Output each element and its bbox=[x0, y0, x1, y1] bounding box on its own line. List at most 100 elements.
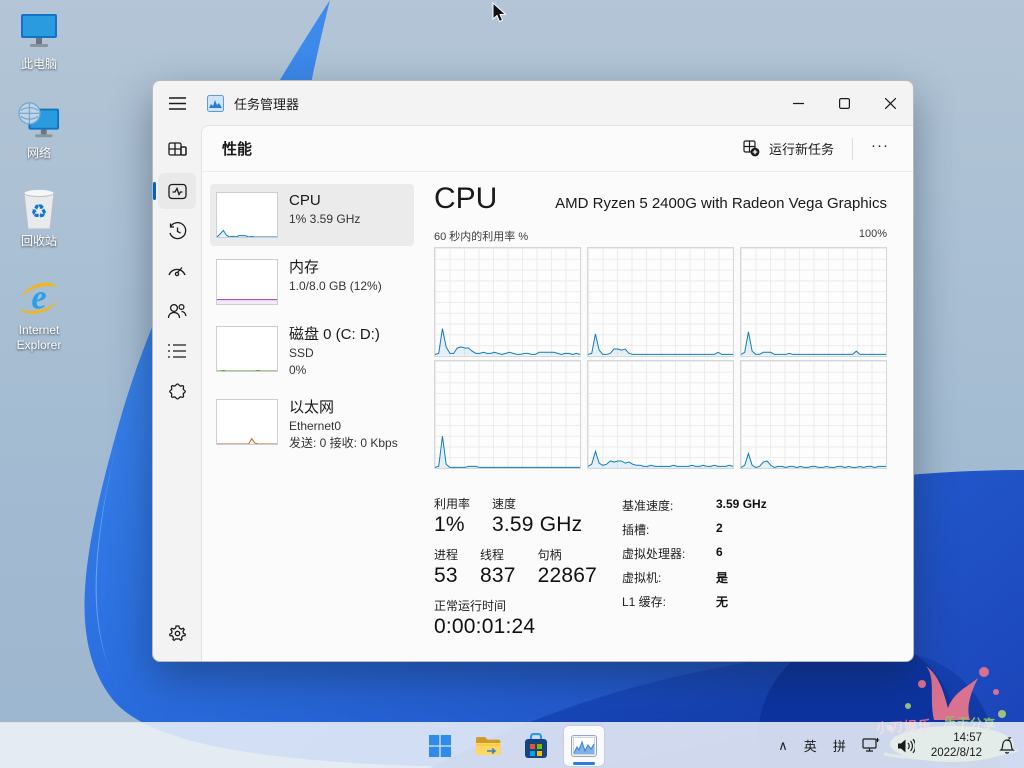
stat-util-label: 利用率 bbox=[434, 495, 470, 512]
perf-item-name: CPU bbox=[289, 192, 360, 211]
stat-util-value: 1% bbox=[434, 513, 470, 537]
network-icon bbox=[17, 99, 61, 143]
maximize-icon bbox=[839, 98, 850, 109]
focus-assist-bell-icon bbox=[998, 737, 1016, 755]
navigation-menu-button[interactable] bbox=[153, 81, 201, 125]
cpu-mini-graph bbox=[216, 192, 278, 238]
task-manager-window: 任务管理器 bbox=[152, 80, 914, 662]
header-divider bbox=[852, 138, 853, 160]
microsoft-store-button[interactable] bbox=[516, 726, 556, 766]
sidebar-item-settings[interactable] bbox=[158, 615, 196, 651]
cpu-subtitle: AMD Ryzen 5 2400G with Radeon Vega Graph… bbox=[555, 195, 887, 212]
desktop-icon-recycle-bin[interactable]: ♻ 回收站 bbox=[6, 187, 72, 250]
cpu-core-graph-3[interactable] bbox=[740, 247, 887, 357]
sidebar-item-performance[interactable] bbox=[158, 173, 196, 209]
sidebar-item-processes[interactable] bbox=[158, 133, 196, 169]
close-icon bbox=[885, 98, 896, 109]
perf-item-sub2: 发送: 0 接收: 0 Kbps bbox=[289, 435, 398, 452]
run-new-task-button[interactable]: 运行新任务 bbox=[733, 133, 844, 164]
cpu-core-graph-2[interactable] bbox=[587, 247, 734, 357]
maximize-button[interactable] bbox=[821, 81, 867, 125]
desktop-icon-this-pc[interactable]: 此电脑 bbox=[6, 10, 72, 73]
chart-label-right: 100% bbox=[859, 228, 887, 244]
cpu-stats-left: 利用率 1% 速度 3.59 GHz bbox=[434, 495, 622, 648]
ethernet-network-icon bbox=[862, 737, 881, 754]
more-options-button[interactable]: ··· bbox=[861, 135, 899, 162]
window-titlebar: 任务管理器 bbox=[153, 81, 913, 125]
sidebar-item-app-history[interactable] bbox=[158, 213, 196, 249]
info-value: 6 bbox=[716, 545, 767, 562]
content-panel: 性能 运行新任务 ··· bbox=[201, 125, 913, 661]
minimize-icon bbox=[793, 98, 804, 109]
desktop-icon-label: 回收站 bbox=[21, 234, 57, 250]
perf-item-sub: Ethernet0 bbox=[289, 418, 398, 435]
sidebar-item-users[interactable] bbox=[158, 293, 196, 329]
window-title: 任务管理器 bbox=[234, 94, 299, 113]
cpu-core-graph-4[interactable] bbox=[434, 360, 581, 470]
users-icon bbox=[167, 302, 187, 320]
perf-item-memory[interactable]: 内存 1.0/8.0 GB (12%) bbox=[210, 251, 414, 313]
cpu-title: CPU bbox=[434, 182, 497, 216]
stat-threads-value: 837 bbox=[480, 564, 516, 588]
tray-lang-english[interactable]: 英 bbox=[804, 736, 817, 755]
desktop-icon-internet-explorer[interactable]: e Internet Explorer bbox=[6, 276, 72, 354]
tray-chevron-button[interactable]: ∧ bbox=[778, 738, 788, 754]
chevron-up-icon: ∧ bbox=[778, 738, 788, 753]
cpu-core-graph-1[interactable] bbox=[434, 247, 581, 357]
task-manager-app-icon bbox=[207, 95, 224, 112]
tray-lang-pinyin[interactable]: 拼 bbox=[833, 736, 846, 755]
services-icon bbox=[168, 382, 187, 401]
sidebar-item-startup-apps[interactable] bbox=[158, 253, 196, 289]
perf-item-disk[interactable]: 磁盘 0 (C: D:) SSD 0% bbox=[210, 318, 414, 386]
processes-icon bbox=[168, 142, 187, 161]
info-label: 基准速度: bbox=[622, 497, 716, 514]
settings-gear-icon bbox=[168, 624, 187, 643]
windows-start-icon bbox=[428, 734, 452, 758]
tray-clock[interactable]: 14:57 2022/8/12 bbox=[931, 731, 982, 761]
perf-item-sub: SSD bbox=[289, 345, 380, 362]
stat-handles-label: 句柄 bbox=[538, 546, 597, 563]
taskbar: ∧ 英 拼 14:57 bbox=[0, 722, 1024, 768]
tray-network-button[interactable] bbox=[862, 737, 881, 754]
stat-speed-label: 速度 bbox=[492, 495, 582, 512]
tray-volume-button[interactable] bbox=[897, 738, 915, 754]
cpu-core-graph-6[interactable] bbox=[740, 360, 887, 470]
info-label: 虚拟机: bbox=[622, 569, 716, 586]
info-value: 2 bbox=[716, 521, 767, 538]
new-task-icon bbox=[743, 140, 760, 157]
taskbar-task-manager-button[interactable] bbox=[564, 726, 604, 766]
desktop-icon-label: 此电脑 bbox=[21, 57, 57, 73]
stat-processes-value: 53 bbox=[434, 564, 458, 588]
minimize-button[interactable] bbox=[775, 81, 821, 125]
desktop-icon-network[interactable]: 网络 bbox=[6, 99, 72, 162]
ethernet-mini-graph bbox=[216, 399, 278, 445]
sidebar-item-services[interactable] bbox=[158, 373, 196, 409]
sidebar-item-details[interactable] bbox=[158, 333, 196, 369]
tray-notifications-button[interactable] bbox=[998, 737, 1016, 755]
content-header: 性能 运行新任务 ··· bbox=[202, 126, 913, 172]
app-history-icon bbox=[168, 222, 187, 241]
perf-item-sub: 1% 3.59 GHz bbox=[289, 211, 360, 228]
desktop-icon-label: Internet Explorer bbox=[6, 323, 72, 354]
microsoft-store-icon bbox=[524, 733, 548, 759]
disk-mini-graph bbox=[216, 326, 278, 372]
active-app-indicator bbox=[573, 762, 595, 765]
close-button[interactable] bbox=[867, 81, 913, 125]
page-title: 性能 bbox=[222, 138, 252, 159]
start-button[interactable] bbox=[420, 726, 460, 766]
recycle-bin-icon: ♻ bbox=[17, 187, 61, 231]
perf-item-ethernet[interactable]: 以太网 Ethernet0 发送: 0 接收: 0 Kbps bbox=[210, 391, 414, 459]
file-explorer-button[interactable] bbox=[468, 726, 508, 766]
desktop-icon-label: 网络 bbox=[27, 146, 51, 162]
desktop-icon-list: 此电脑 网络 ♻ bbox=[6, 10, 72, 354]
info-label: L1 缓存: bbox=[622, 593, 716, 610]
this-pc-icon bbox=[17, 10, 61, 54]
stat-threads-label: 线程 bbox=[480, 546, 516, 563]
stat-uptime-value: 0:00:01:24 bbox=[434, 615, 535, 639]
desktop: 此电脑 网络 ♻ bbox=[0, 0, 1024, 768]
perf-item-cpu[interactable]: CPU 1% 3.59 GHz bbox=[210, 184, 414, 246]
stat-speed-value: 3.59 GHz bbox=[492, 513, 582, 537]
memory-mini-graph bbox=[216, 259, 278, 305]
cpu-core-graph-5[interactable] bbox=[587, 360, 734, 470]
perf-item-sub2: 0% bbox=[289, 362, 380, 379]
